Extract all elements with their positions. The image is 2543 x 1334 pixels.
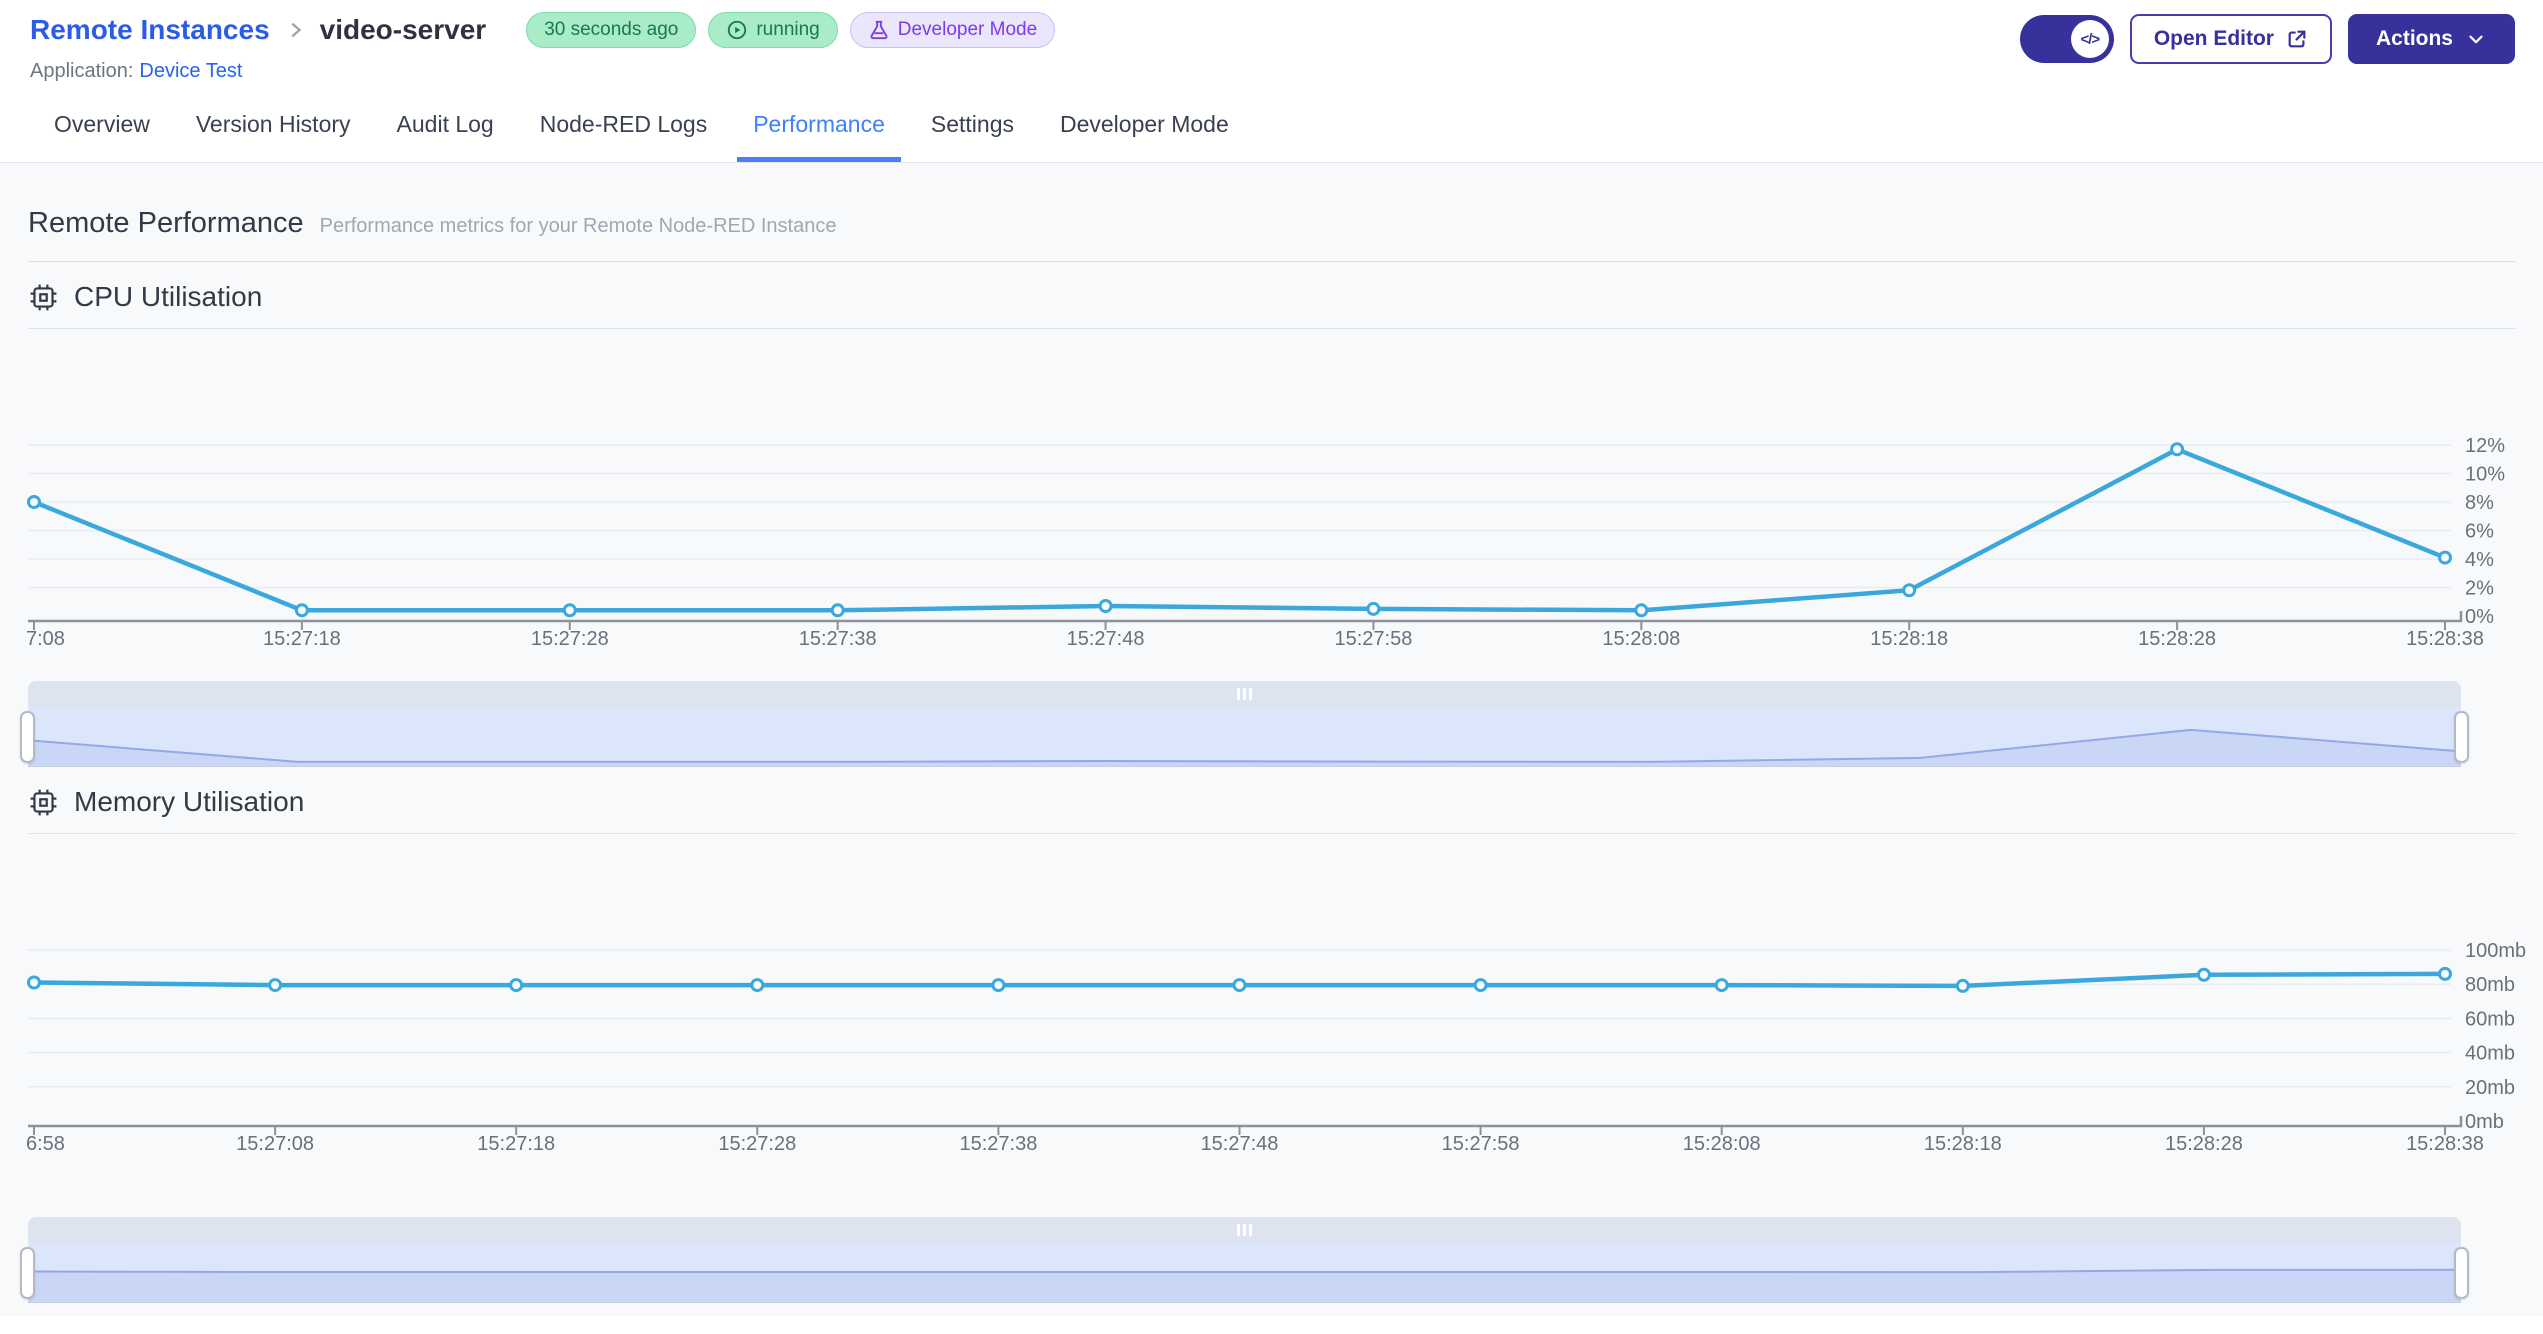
svg-text:4%: 4%	[2465, 549, 2494, 571]
tab-performance[interactable]: Performance	[737, 91, 901, 162]
svg-text:6%: 6%	[2465, 521, 2494, 543]
svg-text:15:27:18: 15:27:18	[263, 628, 341, 650]
svg-text:12%: 12%	[2465, 435, 2505, 457]
svg-text:15:27:58: 15:27:58	[1442, 1133, 1520, 1155]
divider	[28, 833, 2515, 834]
cpu-slider-preview[interactable]	[28, 707, 2461, 767]
divider	[28, 328, 2515, 329]
application-link[interactable]: Device Test	[139, 60, 242, 82]
cpu-section: CPU Utilisation 12% 10% 8% 6% 4% 2% 0% 7:08 15:2…	[20, 281, 2515, 767]
svg-text:15:28:38: 15:28:38	[2406, 1133, 2484, 1155]
svg-text:0%: 0%	[2465, 606, 2494, 628]
cpu-range-slider[interactable]	[20, 681, 2469, 767]
header-actions: </> Open Editor Actions	[2019, 12, 2515, 64]
tab-node-red-logs[interactable]: Node-RED Logs	[538, 91, 709, 162]
svg-text:15:28:28: 15:28:28	[2138, 628, 2216, 650]
page-subtitle: Performance metrics for your Remote Node…	[319, 215, 837, 237]
actions-label: Actions	[2375, 27, 2453, 50]
open-editor-button[interactable]: Open Editor	[2129, 14, 2332, 64]
cpu-section-title-label: CPU Utilisation	[74, 281, 263, 312]
chevron-down-icon	[2469, 35, 2483, 44]
svg-text:15:27:48: 15:27:48	[1201, 1133, 1279, 1155]
svg-text:6:58: 6:58	[26, 1133, 65, 1155]
memory-slider-drag-bar[interactable]	[28, 1217, 2461, 1243]
open-editor-label: Open Editor	[2153, 27, 2274, 50]
page-title: Remote Performance	[28, 207, 304, 239]
svg-text:8%: 8%	[2465, 492, 2494, 514]
svg-text:15:28:38: 15:28:38	[2406, 628, 2484, 650]
header-left: Remote Instances video-server 30 seconds…	[30, 12, 1056, 83]
cpu-utilisation-chart[interactable]: 12% 10% 8% 6% 4% 2% 0% 7:08 15:27:18 15:27:28 15:2…	[26, 335, 2515, 665]
chevron-right-icon	[291, 22, 301, 38]
page-header: Remote Instances video-server 30 seconds…	[0, 0, 2543, 91]
svg-text:15:27:28: 15:27:28	[531, 628, 609, 650]
svg-text:15:27:38: 15:27:38	[959, 1133, 1037, 1155]
tab-overview[interactable]: Overview	[52, 91, 152, 162]
svg-text:15:28:08: 15:28:08	[1683, 1133, 1761, 1155]
developer-mode-toggle[interactable]: </>	[2019, 15, 2114, 63]
external-link-icon	[2288, 30, 2306, 48]
developer-mode-badge-label: Developer Mode	[897, 19, 1038, 40]
svg-text:15:28:18: 15:28:18	[1924, 1133, 2002, 1155]
cpu-chip-icon	[30, 284, 57, 310]
page-title-row: Remote Performance Performance metrics f…	[28, 207, 2515, 240]
cpu-slider-right-handle[interactable]	[2454, 711, 2469, 763]
memory-slider-left-handle[interactable]	[20, 1247, 35, 1299]
tab-bar: Overview Version History Audit Log Node-…	[0, 91, 2543, 163]
badge-group: 30 seconds ago running Developer Mode	[526, 12, 1056, 48]
svg-text:15:27:38: 15:27:38	[799, 628, 877, 650]
actions-button[interactable]: Actions	[2347, 14, 2515, 64]
slider-grip-icon[interactable]	[1237, 1224, 1252, 1236]
svg-text:7:08: 7:08	[26, 628, 65, 650]
slider-grip-icon[interactable]	[1237, 688, 1252, 700]
last-seen-badge: 30 seconds ago	[526, 12, 697, 48]
svg-text:80mb: 80mb	[2465, 974, 2515, 996]
svg-text:100mb: 100mb	[2465, 940, 2526, 962]
code-icon: </>	[2070, 20, 2109, 58]
svg-text:15:27:28: 15:27:28	[718, 1133, 796, 1155]
svg-text:15:27:08: 15:27:08	[236, 1133, 314, 1155]
memory-section-title-label: Memory Utilisation	[74, 786, 305, 817]
breadcrumb-remote-instances-link[interactable]: Remote Instances	[30, 14, 270, 46]
cpu-section-title: CPU Utilisation	[28, 281, 2515, 313]
memory-slider-right-handle[interactable]	[2454, 1247, 2469, 1299]
memory-slider-preview[interactable]	[28, 1243, 2461, 1303]
developer-mode-badge: Developer Mode	[849, 12, 1056, 48]
svg-text:20mb: 20mb	[2465, 1077, 2515, 1099]
cpu-slider-left-handle[interactable]	[20, 711, 35, 763]
svg-text:15:27:18: 15:27:18	[477, 1133, 555, 1155]
tab-version-history[interactable]: Version History	[194, 91, 353, 162]
svg-text:40mb: 40mb	[2465, 1043, 2515, 1065]
svg-text:15:28:18: 15:28:18	[1870, 628, 1948, 650]
memory-chip-icon	[30, 789, 57, 815]
application-row: Application: Device Test	[30, 60, 1055, 83]
cpu-slider-drag-bar[interactable]	[28, 681, 2461, 707]
tab-audit-log[interactable]: Audit Log	[395, 91, 496, 162]
application-label: Application:	[30, 60, 134, 82]
performance-panel: Remote Performance Performance metrics f…	[0, 163, 2543, 1316]
memory-utilisation-chart[interactable]: 100mb 80mb 60mb 40mb 20mb 0mb 6:58 15:27:08 15:2…	[26, 840, 2526, 1175]
svg-text:15:27:58: 15:27:58	[1335, 628, 1413, 650]
memory-range-slider[interactable]	[20, 1217, 2469, 1303]
memory-section: Memory Utilisation 100mb 80mb 60mb 40mb 20mb…	[20, 786, 2526, 1303]
instance-name: video-server	[319, 14, 487, 45]
svg-text:15:27:48: 15:27:48	[1067, 628, 1145, 650]
svg-text:60mb: 60mb	[2465, 1008, 2515, 1030]
play-circle-icon	[728, 20, 747, 40]
last-seen-badge-label: 30 seconds ago	[544, 19, 679, 40]
svg-text:0mb: 0mb	[2465, 1111, 2504, 1133]
divider	[28, 261, 2515, 262]
svg-text:15:28:28: 15:28:28	[2165, 1133, 2243, 1155]
breadcrumb: Remote Instances video-server 30 seconds…	[30, 12, 1056, 48]
status-badge-label: running	[756, 19, 820, 40]
svg-text:15:28:08: 15:28:08	[1602, 628, 1680, 650]
tab-developer-mode[interactable]: Developer Mode	[1058, 91, 1231, 162]
status-badge: running	[708, 12, 838, 48]
svg-text:2%: 2%	[2465, 578, 2494, 600]
memory-section-title: Memory Utilisation	[28, 786, 2515, 818]
flask-icon	[870, 20, 888, 40]
tab-settings[interactable]: Settings	[929, 91, 1016, 162]
svg-text:10%: 10%	[2465, 464, 2505, 486]
